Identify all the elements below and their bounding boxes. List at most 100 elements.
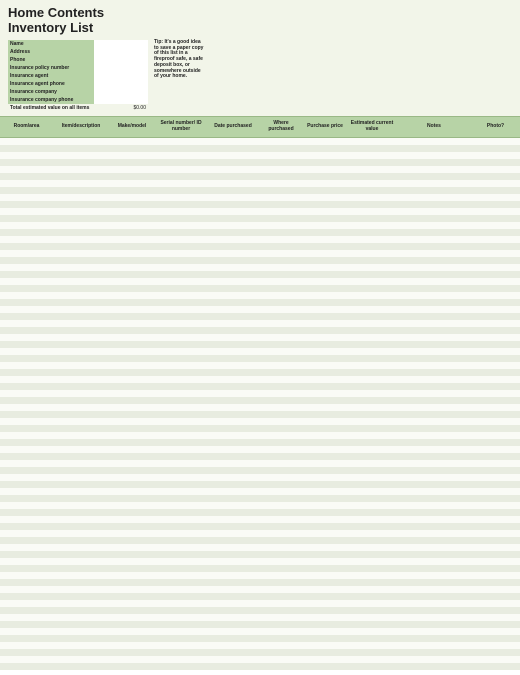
info-value-cell[interactable] xyxy=(94,56,148,64)
table-row[interactable] xyxy=(0,432,520,439)
table-row[interactable] xyxy=(0,460,520,467)
table-row[interactable] xyxy=(0,453,520,460)
grid-header-row: Room/areaItem/descriptionMake/modelSeria… xyxy=(0,116,520,138)
table-row[interactable] xyxy=(0,663,520,670)
table-row[interactable] xyxy=(0,152,520,159)
table-row[interactable] xyxy=(0,621,520,628)
table-row[interactable] xyxy=(0,481,520,488)
info-value-cell[interactable] xyxy=(94,48,148,56)
info-total-row: Total estimated value on all items$0.00 xyxy=(8,104,148,112)
table-row[interactable] xyxy=(0,194,520,201)
table-row[interactable] xyxy=(0,271,520,278)
table-row[interactable] xyxy=(0,390,520,397)
table-row[interactable] xyxy=(0,173,520,180)
info-value-cell[interactable] xyxy=(94,40,148,48)
table-row[interactable] xyxy=(0,348,520,355)
table-row[interactable] xyxy=(0,229,520,236)
table-row[interactable] xyxy=(0,222,520,229)
table-row[interactable] xyxy=(0,320,520,327)
table-row[interactable] xyxy=(0,313,520,320)
table-row[interactable] xyxy=(0,264,520,271)
table-row[interactable] xyxy=(0,467,520,474)
table-row[interactable] xyxy=(0,656,520,663)
table-row[interactable] xyxy=(0,208,520,215)
table-row[interactable] xyxy=(0,166,520,173)
table-row[interactable] xyxy=(0,586,520,593)
table-row[interactable] xyxy=(0,138,520,145)
table-row[interactable] xyxy=(0,474,520,481)
table-row[interactable] xyxy=(0,180,520,187)
table-row[interactable] xyxy=(0,411,520,418)
table-row[interactable] xyxy=(0,292,520,299)
table-row[interactable] xyxy=(0,446,520,453)
table-row[interactable] xyxy=(0,306,520,313)
table-row[interactable] xyxy=(0,628,520,635)
table-row[interactable] xyxy=(0,236,520,243)
table-row[interactable] xyxy=(0,145,520,152)
table-row[interactable] xyxy=(0,285,520,292)
info-label: Address xyxy=(8,48,94,56)
table-row[interactable] xyxy=(0,362,520,369)
info-row: Name xyxy=(8,40,148,48)
table-row[interactable] xyxy=(0,600,520,607)
table-row[interactable] xyxy=(0,516,520,523)
info-total-value: $0.00 xyxy=(94,104,148,112)
table-row[interactable] xyxy=(0,355,520,362)
table-row[interactable] xyxy=(0,376,520,383)
table-row[interactable] xyxy=(0,397,520,404)
table-row[interactable] xyxy=(0,439,520,446)
table-row[interactable] xyxy=(0,299,520,306)
info-area: NameAddressPhoneInsurance policy numberI… xyxy=(8,40,512,112)
table-row[interactable] xyxy=(0,607,520,614)
table-row[interactable] xyxy=(0,369,520,376)
info-row: Insurance agent xyxy=(8,72,148,80)
table-row[interactable] xyxy=(0,649,520,656)
info-value-cell[interactable] xyxy=(94,88,148,96)
table-row[interactable] xyxy=(0,558,520,565)
table-row[interactable] xyxy=(0,565,520,572)
table-row[interactable] xyxy=(0,488,520,495)
table-row[interactable] xyxy=(0,327,520,334)
table-row[interactable] xyxy=(0,334,520,341)
table-row[interactable] xyxy=(0,257,520,264)
table-row[interactable] xyxy=(0,404,520,411)
title-line-2: Inventory List xyxy=(8,20,93,35)
table-row[interactable] xyxy=(0,201,520,208)
table-row[interactable] xyxy=(0,383,520,390)
table-row[interactable] xyxy=(0,278,520,285)
table-row[interactable] xyxy=(0,418,520,425)
table-row[interactable] xyxy=(0,250,520,257)
table-row[interactable] xyxy=(0,593,520,600)
column-header: Date purchased xyxy=(207,117,259,137)
table-row[interactable] xyxy=(0,187,520,194)
table-row[interactable] xyxy=(0,425,520,432)
table-row[interactable] xyxy=(0,635,520,642)
table-row[interactable] xyxy=(0,523,520,530)
table-row[interactable] xyxy=(0,579,520,586)
table-row[interactable] xyxy=(0,502,520,509)
title-line-1: Home Contents xyxy=(8,5,104,20)
table-row[interactable] xyxy=(0,544,520,551)
table-row[interactable] xyxy=(0,530,520,537)
table-row[interactable] xyxy=(0,341,520,348)
column-header: Item/description xyxy=(53,117,109,137)
table-row[interactable] xyxy=(0,215,520,222)
table-row[interactable] xyxy=(0,572,520,579)
info-value-cell[interactable] xyxy=(94,64,148,72)
info-label: Phone xyxy=(8,56,94,64)
column-header: Purchase price xyxy=(303,117,347,137)
info-value-cell[interactable] xyxy=(94,80,148,88)
column-header: Estimated current value xyxy=(347,117,397,137)
header-band: Home Contents Inventory List NameAddress… xyxy=(0,0,520,116)
table-row[interactable] xyxy=(0,537,520,544)
info-value-cell[interactable] xyxy=(94,96,148,104)
info-value-cell[interactable] xyxy=(94,72,148,80)
table-row[interactable] xyxy=(0,614,520,621)
table-row[interactable] xyxy=(0,495,520,502)
info-row: Phone xyxy=(8,56,148,64)
table-row[interactable] xyxy=(0,509,520,516)
table-row[interactable] xyxy=(0,243,520,250)
table-row[interactable] xyxy=(0,159,520,166)
table-row[interactable] xyxy=(0,551,520,558)
table-row[interactable] xyxy=(0,642,520,649)
